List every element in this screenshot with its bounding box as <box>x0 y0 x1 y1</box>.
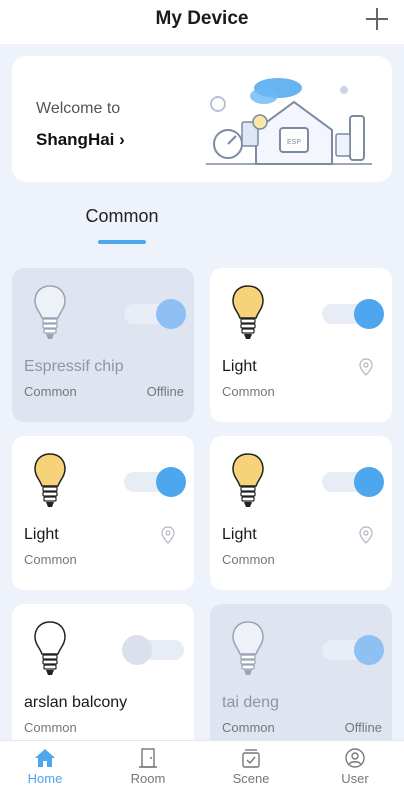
welcome-card: Welcome to ShangHai › ESP <box>12 56 392 182</box>
device-name: arslan balcony <box>24 694 128 711</box>
location-pin-icon[interactable] <box>358 526 374 544</box>
device-room: Common <box>24 552 77 567</box>
nav-scene[interactable]: Scene <box>216 747 286 786</box>
app-header: My Device <box>0 0 404 44</box>
location-pin-icon[interactable] <box>160 526 176 544</box>
bottom-navigation: Home Room Scene User <box>0 740 404 794</box>
city-label: ShangHai <box>36 130 115 149</box>
device-card[interactable]: Light Common <box>12 436 194 590</box>
nav-scene-label: Scene <box>232 771 270 786</box>
device-name: Espressif chip <box>24 358 124 375</box>
scene-icon <box>242 749 260 768</box>
device-room: Common <box>222 552 275 567</box>
tab-active-indicator <box>98 240 146 244</box>
nav-home[interactable]: Home <box>10 747 80 786</box>
nav-user-label: User <box>341 771 369 786</box>
tab-common[interactable]: Common <box>68 206 176 227</box>
device-name: Light <box>24 526 59 543</box>
bulb-on-icon <box>232 285 264 339</box>
toggle-knob <box>354 635 384 665</box>
nav-room[interactable]: Room <box>113 747 183 786</box>
door-icon <box>139 748 157 768</box>
nav-home-label: Home <box>27 771 63 786</box>
bulb-off-icon <box>34 621 66 675</box>
device-room: Common <box>24 720 77 735</box>
device-content: Welcome to ShangHai › ESP Common Espress… <box>0 44 404 740</box>
device-room: Common <box>222 720 275 735</box>
toggle-knob <box>354 299 384 329</box>
user-icon <box>345 748 365 768</box>
toggle-knob <box>354 467 384 497</box>
toggle-knob <box>156 467 186 497</box>
device-status: Offline <box>146 384 184 399</box>
device-status: Offline <box>344 720 382 735</box>
power-toggle[interactable] <box>122 635 184 665</box>
welcome-greeting: Welcome to <box>36 100 121 117</box>
power-toggle[interactable] <box>322 299 384 329</box>
device-card[interactable]: Light Common <box>210 436 392 590</box>
device-name: Light <box>222 358 257 375</box>
device-room: Common <box>222 384 275 399</box>
svg-text:ESP: ESP <box>287 139 301 146</box>
location-pin-icon[interactable] <box>358 358 374 376</box>
nav-user[interactable]: User <box>320 747 390 786</box>
device-card[interactable]: arslan balcony Common <box>12 604 194 740</box>
nav-room-label: Room <box>130 771 166 786</box>
power-toggle[interactable] <box>322 635 384 665</box>
bulb-off-icon <box>232 621 264 675</box>
device-card[interactable]: Espressif chip Common Offline <box>12 268 194 422</box>
bulb-on-icon <box>232 453 264 507</box>
toggle-knob <box>122 635 152 665</box>
bulb-on-icon <box>34 453 66 507</box>
home-icon <box>35 749 55 767</box>
bulb-off-icon <box>34 285 66 339</box>
device-card[interactable]: tai deng Common Offline <box>210 604 392 740</box>
page-title: My Device <box>155 8 249 29</box>
city-selector[interactable]: ShangHai › <box>36 130 125 150</box>
chevron-right-icon: › <box>119 130 125 149</box>
device-name: tai deng <box>222 694 279 711</box>
power-toggle[interactable] <box>322 467 384 497</box>
power-toggle[interactable] <box>124 299 186 329</box>
smart-home-illustration: ESP <box>206 78 372 165</box>
power-toggle[interactable] <box>124 467 186 497</box>
device-room: Common <box>24 384 77 399</box>
device-card[interactable]: Light Common <box>210 268 392 422</box>
plus-icon[interactable] <box>364 6 390 32</box>
toggle-knob <box>156 299 186 329</box>
device-name: Light <box>222 526 257 543</box>
